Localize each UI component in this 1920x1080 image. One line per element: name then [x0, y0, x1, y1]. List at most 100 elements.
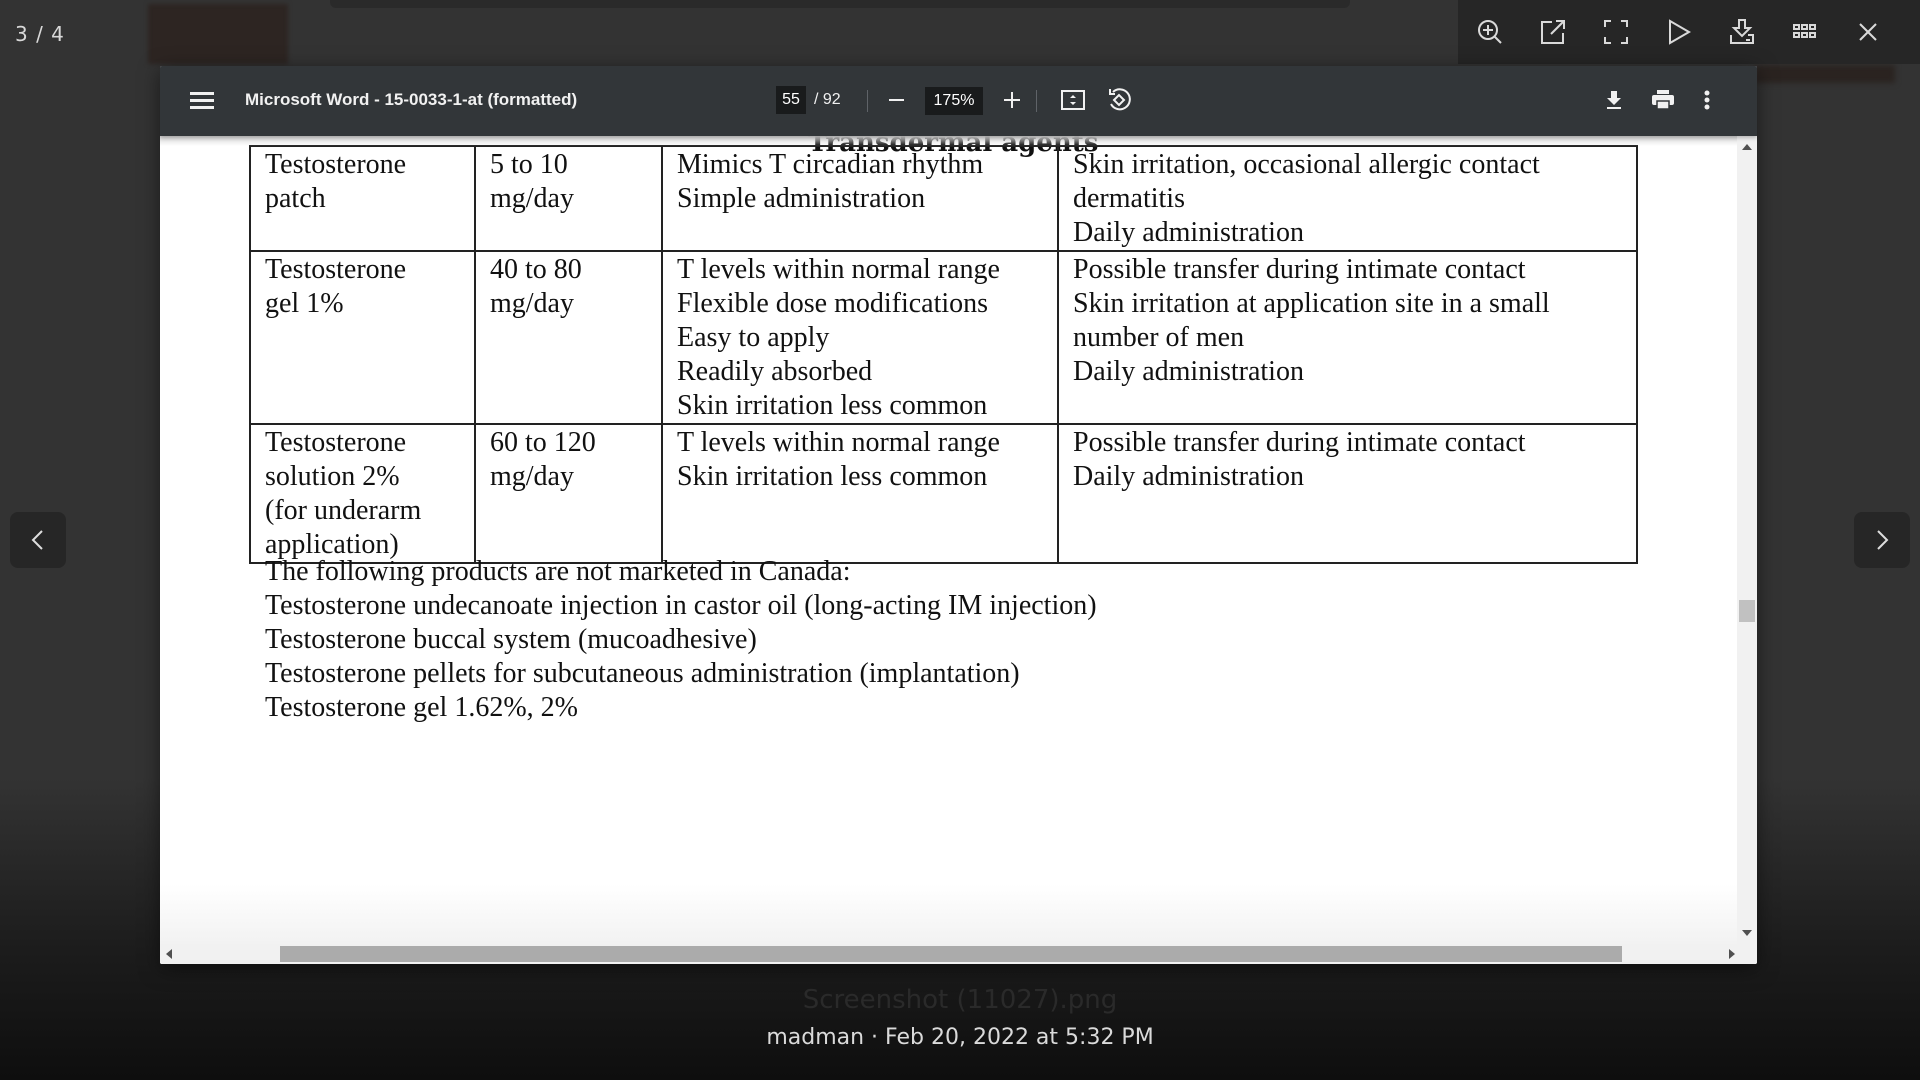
cell-advantages: T levels within normal range Skin irritat… — [661, 423, 1059, 564]
cell-disadvantages: Possible transfer during intimate contac… — [1057, 423, 1638, 564]
cell-advantages: Mimics T circadian rhythm Simple administ… — [661, 145, 1059, 252]
cell-advantages: T levels within normal range Flexible dos… — [661, 250, 1059, 425]
cell-text: Easy to apply — [677, 322, 830, 353]
pdf-page: Transdermal agents Testosterone patch 5 to… — [160, 136, 1737, 944]
list-item: Testosterone undecanoate injection in ca… — [265, 590, 1097, 621]
zoom-in-button[interactable] — [997, 84, 1027, 116]
horizontal-scrollbar[interactable] — [160, 944, 1757, 964]
cell-text: Skin irritation less common — [677, 390, 988, 421]
cell-text: solution 2% — [265, 461, 400, 492]
toolbar-shadow — [160, 136, 1737, 146]
download-icon — [1607, 91, 1621, 109]
open-external-icon — [1540, 20, 1565, 44]
cell-text: Possible transfer during intimate contac… — [1073, 427, 1526, 458]
cell-text: dermatitis — [1073, 183, 1185, 214]
play-icon — [1668, 19, 1691, 45]
menu-button[interactable] — [190, 88, 214, 114]
cell-text: 40 to 80 — [490, 254, 582, 285]
notes-list: The following products are not marketed … — [265, 555, 1097, 725]
vertical-scroll-thumb[interactable] — [1739, 600, 1755, 622]
page-number-input[interactable]: 55 — [776, 86, 806, 114]
cell-text: Testosterone — [265, 427, 407, 458]
rotate-button[interactable] — [1105, 86, 1133, 119]
cell-text: Daily administration — [1073, 217, 1304, 248]
toolbar-divider — [867, 90, 868, 112]
zoom-out-button[interactable] — [882, 84, 912, 116]
zoom-in-button[interactable] — [1458, 0, 1521, 64]
download-pdf-button[interactable] — [1602, 86, 1626, 119]
vertical-scrollbar[interactable] — [1737, 136, 1757, 944]
list-item: Testosterone pellets for subcutaneous ad… — [265, 658, 1020, 689]
close-button[interactable] — [1836, 0, 1899, 64]
chevron-right-icon — [1877, 530, 1889, 550]
background-blur — [148, 4, 288, 64]
more-options-button[interactable] — [1701, 86, 1713, 119]
toolbar-divider — [1036, 90, 1037, 112]
list-item: Testosterone buccal system (mucoadhesive… — [265, 624, 757, 655]
photo-viewer-toolbar — [1458, 0, 1920, 64]
background-blur — [330, 0, 1350, 8]
table-row: Testosterone solution 2% (for underarm appl… — [249, 423, 1638, 564]
fit-page-icon — [1061, 90, 1085, 110]
cell-text: Simple administration — [677, 183, 926, 214]
cell-text: Possible transfer during intimate contac… — [1073, 254, 1526, 285]
notes-heading: The following products are not marketed … — [265, 556, 851, 587]
cell-text: Flexible dose modifications — [677, 288, 989, 319]
fullscreen-button[interactable] — [1584, 0, 1647, 64]
open-external-button[interactable] — [1521, 0, 1584, 64]
cell-text: number of men — [1073, 322, 1245, 353]
cell-text: Skin irritation at application site in a… — [1073, 288, 1550, 319]
scroll-right-arrow-icon[interactable] — [1729, 949, 1735, 959]
next-image-button[interactable] — [1854, 512, 1910, 568]
cell-text: mg/day — [490, 461, 574, 492]
cell-text: Skin irritation less common — [677, 461, 988, 492]
more-vert-icon — [1704, 90, 1710, 110]
scroll-left-arrow-icon[interactable] — [166, 949, 172, 959]
list-item: Testosterone gel 1.62%, 2% — [265, 692, 578, 723]
scroll-down-arrow-icon[interactable] — [1742, 930, 1752, 936]
page-selector: 55 / 92 — [776, 86, 841, 114]
download-button[interactable] — [1710, 0, 1773, 64]
rotate-icon — [1109, 88, 1131, 111]
chevron-left-icon — [31, 530, 43, 550]
cell-text: Skin irritation, occasional allergic con… — [1073, 149, 1540, 180]
cell-text: Testosterone — [265, 254, 407, 285]
fullscreen-icon — [1603, 20, 1628, 44]
cell-text: gel 1% — [265, 288, 344, 319]
cell-text: Testosterone — [265, 149, 407, 180]
cell-text: mg/day — [490, 183, 574, 214]
zoom-level-input[interactable]: 175% — [925, 87, 983, 115]
cell-text: T levels within normal range — [677, 427, 1000, 458]
cell-text: 60 to 120 — [490, 427, 596, 458]
cell-text: T levels within normal range — [677, 254, 1000, 285]
image-filename: Screenshot (11027).png — [802, 985, 1118, 1015]
page-fade — [160, 884, 1737, 944]
cell-product: Testosterone patch — [249, 145, 476, 252]
print-button[interactable] — [1650, 86, 1676, 119]
menu-icon-bar — [190, 99, 214, 102]
slideshow-button[interactable] — [1647, 0, 1710, 64]
cell-disadvantages: Possible transfer during intimate contac… — [1057, 250, 1638, 425]
image-counter: 3 / 4 — [15, 22, 65, 46]
gallery-button[interactable] — [1773, 0, 1836, 64]
horizontal-scroll-thumb[interactable] — [280, 946, 1622, 962]
cell-dose: 60 to 120 mg/day — [474, 423, 663, 564]
cell-text: patch — [265, 183, 326, 214]
print-icon — [1652, 90, 1674, 110]
page-total: / 92 — [814, 91, 841, 108]
close-icon — [1858, 23, 1877, 41]
cell-text: 5 to 10 — [490, 149, 568, 180]
fit-to-page-button[interactable] — [1060, 86, 1086, 119]
treatment-table: Testosterone patch 5 to 10 mg/day Mimics T c… — [249, 145, 1638, 564]
menu-icon — [190, 92, 214, 95]
cell-text: Daily administration — [1073, 461, 1304, 492]
table-row: Testosterone gel 1% 40 to 80 mg/day T levels… — [249, 250, 1638, 425]
cell-text: Readily absorbed — [677, 356, 873, 387]
cell-text: Daily administration — [1073, 356, 1304, 387]
cell-disadvantages: Skin irritation, occasional allergic con… — [1057, 145, 1638, 252]
pdf-toolbar: Microsoft Word - 15-0033-1-at (formatted… — [160, 66, 1757, 136]
grid-icon — [1792, 24, 1816, 38]
scroll-up-arrow-icon[interactable] — [1742, 144, 1752, 150]
previous-image-button[interactable] — [10, 512, 66, 568]
cell-text: mg/day — [490, 288, 574, 319]
